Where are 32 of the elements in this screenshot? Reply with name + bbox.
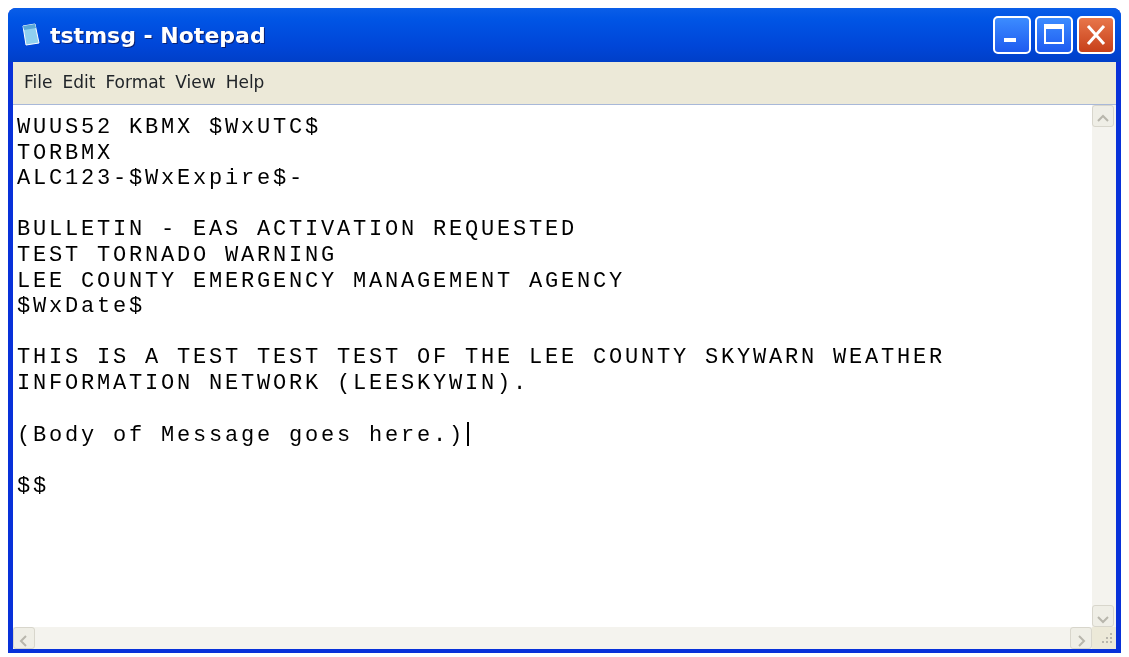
menu-item[interactable]: Help: [220, 70, 270, 96]
vertical-scrollbar[interactable]: [1092, 105, 1116, 627]
menu-item[interactable]: File: [19, 70, 58, 96]
text-line: LEE COUNTY EMERGENCY MANAGEMENT AGENCY: [17, 268, 626, 294]
scroll-right-button[interactable]: [1070, 627, 1092, 649]
text-line: WUUS52 KBMX $WxUTC$: [17, 115, 322, 140]
resize-grip-icon[interactable]: [1092, 627, 1116, 649]
minimize-button[interactable]: [993, 16, 1031, 54]
horizontal-scrollbar[interactable]: [13, 627, 1092, 649]
text-line: TORBMX: [17, 140, 113, 166]
text-cursor: [467, 422, 470, 447]
text-line: ALC123-$WxExpire$-: [17, 166, 306, 192]
chevron-up-icon: [1097, 114, 1109, 122]
scroll-left-button[interactable]: [13, 627, 35, 649]
close-button[interactable]: [1077, 16, 1115, 54]
text-line: INFORMATION NETWORK (LEESKYWIN).: [17, 370, 530, 396]
chevron-down-icon: [1097, 615, 1109, 623]
minimize-icon: [1004, 38, 1016, 42]
text-line: TEST TORNADO WARNING: [17, 242, 338, 268]
menu-item[interactable]: Format: [100, 70, 171, 96]
menu-item[interactable]: Edit: [57, 70, 101, 96]
text-line: THIS IS A TEST TEST TEST OF THE LEE COUNTY SKYWARN WEATHER: [17, 345, 946, 371]
text-line: $$: [17, 474, 49, 500]
scroll-down-button[interactable]: [1092, 605, 1114, 627]
maximize-button[interactable]: [1035, 16, 1073, 54]
scroll-up-button[interactable]: [1092, 105, 1114, 127]
notepad-icon: [20, 23, 42, 47]
text-line: $WxDate$: [17, 294, 146, 320]
window-title: tstmsg - Notepad: [50, 21, 266, 50]
text-line: BULLETIN - EAS ACTIVATION REQUESTED: [17, 217, 578, 243]
menu-item[interactable]: View: [170, 70, 221, 96]
text-line: (Body of Message goes here.): [17, 423, 466, 449]
